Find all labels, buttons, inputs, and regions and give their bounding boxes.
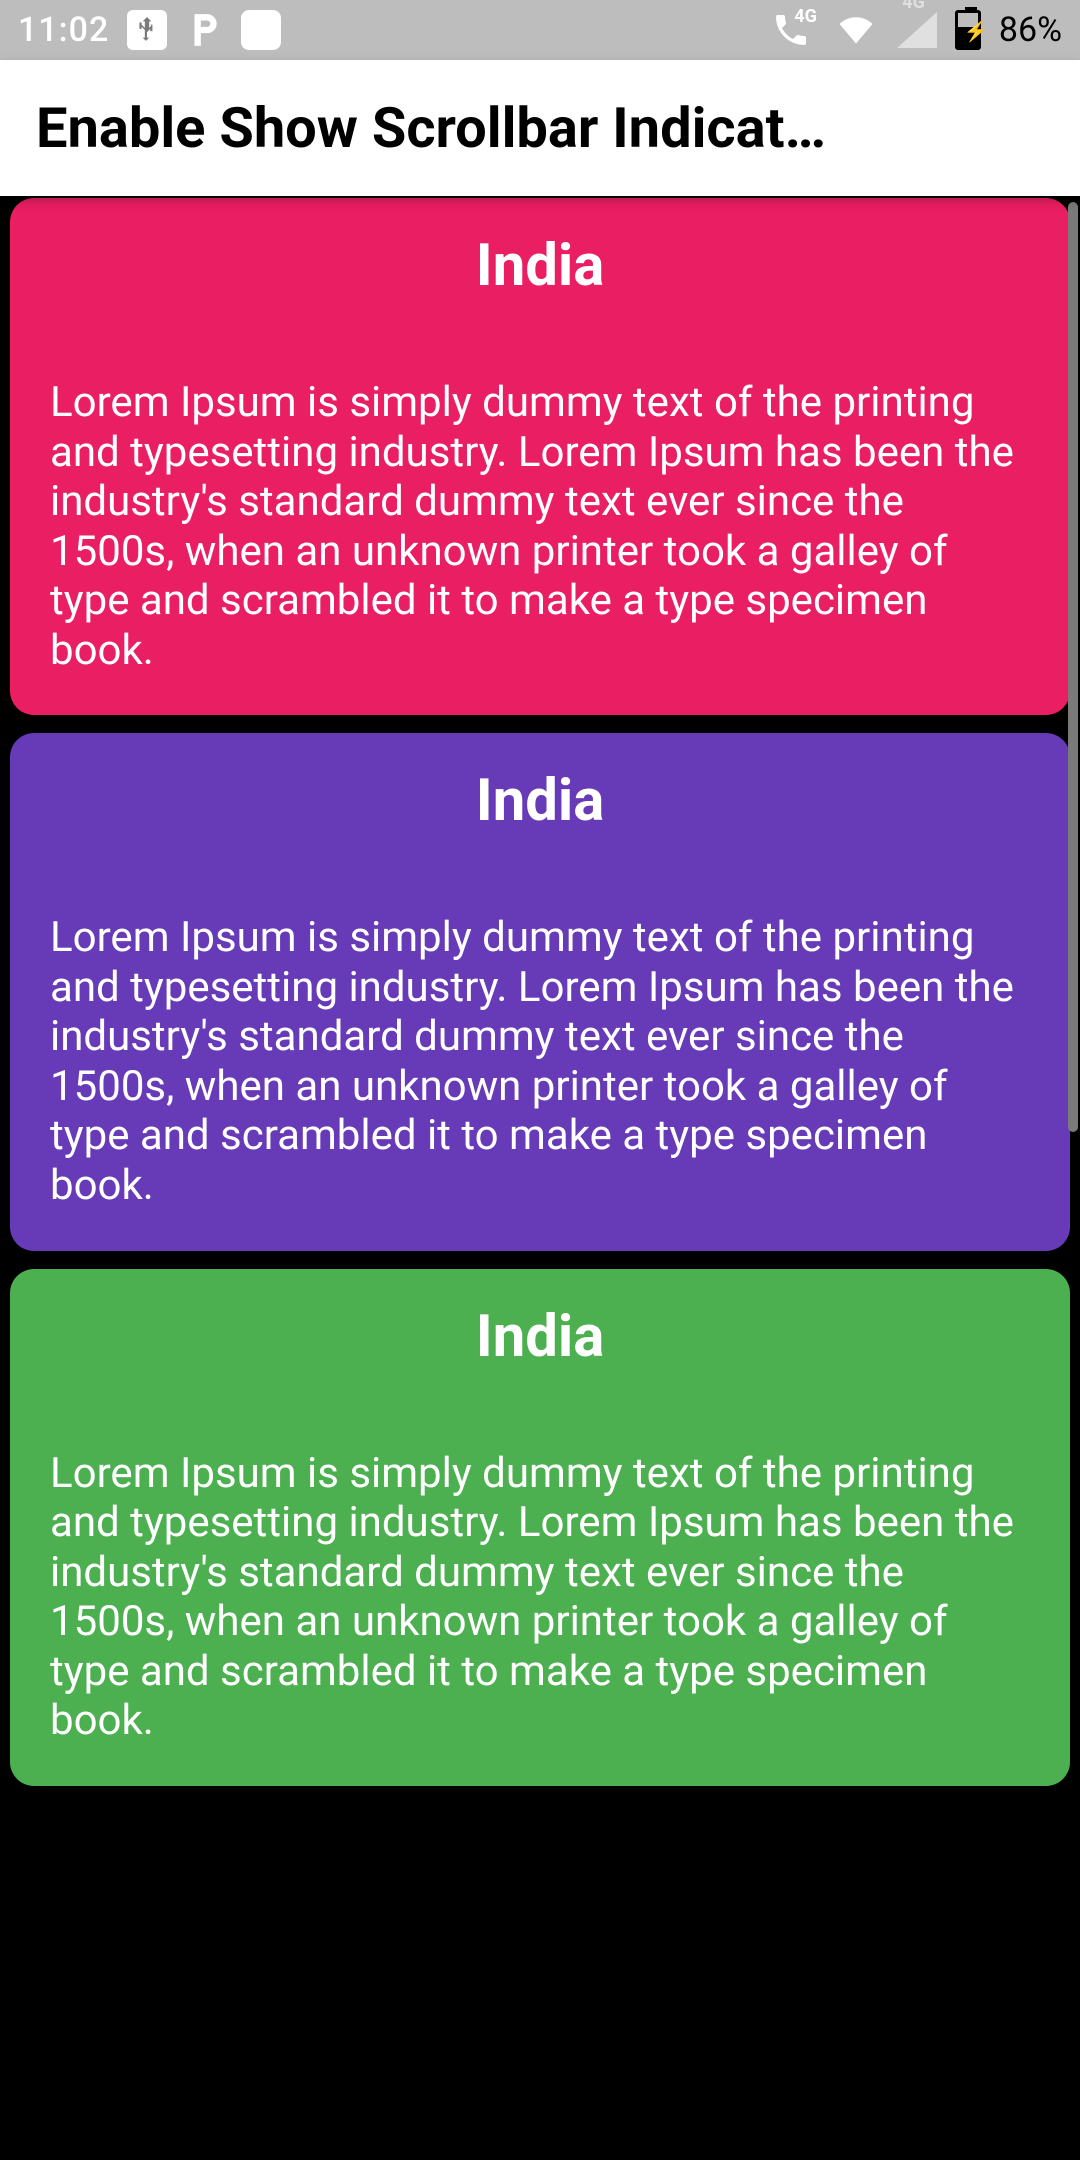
- wifi-icon: [833, 12, 879, 48]
- card-title: India: [50, 767, 1030, 835]
- cellular-signal-icon: 4G: [897, 12, 937, 48]
- app-bar: Enable Show Scrollbar Indicat…: [0, 60, 1080, 196]
- scrollbar-indicator[interactable]: [1068, 202, 1078, 1132]
- card-body: Lorem Ipsum is simply dummy text of the …: [50, 1449, 1030, 1746]
- status-bar: 11:02 4G 4G ⚡ 86%: [0, 0, 1080, 60]
- app-placeholder-icon: [241, 10, 281, 50]
- battery-icon: ⚡: [955, 10, 981, 50]
- card-body: Lorem Ipsum is simply dummy text of the …: [50, 378, 1030, 675]
- volte-4g-icon: 4G: [771, 10, 815, 50]
- status-bar-right: 4G 4G ⚡ 86%: [771, 10, 1062, 50]
- p-icon: [185, 10, 223, 50]
- card: India Lorem Ipsum is simply dummy text of…: [10, 733, 1070, 1250]
- scroll-list[interactable]: India Lorem Ipsum is simply dummy text of…: [0, 196, 1080, 2160]
- network-4g-label: 4G: [794, 6, 817, 27]
- network-4g-dim-label: 4G: [902, 0, 925, 13]
- page-title: Enable Show Scrollbar Indicat…: [36, 95, 826, 161]
- card-body: Lorem Ipsum is simply dummy text of the …: [50, 913, 1030, 1210]
- usb-icon: [127, 10, 167, 50]
- card: India Lorem Ipsum is simply dummy text of…: [10, 1269, 1070, 1786]
- content-area: India Lorem Ipsum is simply dummy text of…: [0, 196, 1080, 2160]
- status-bar-left: 11:02: [18, 10, 281, 50]
- battery-percentage: 86%: [999, 10, 1062, 50]
- card-title: India: [50, 232, 1030, 300]
- card: India Lorem Ipsum is simply dummy text of…: [10, 198, 1070, 715]
- card-title: India: [50, 1303, 1030, 1371]
- status-clock: 11:02: [18, 10, 109, 50]
